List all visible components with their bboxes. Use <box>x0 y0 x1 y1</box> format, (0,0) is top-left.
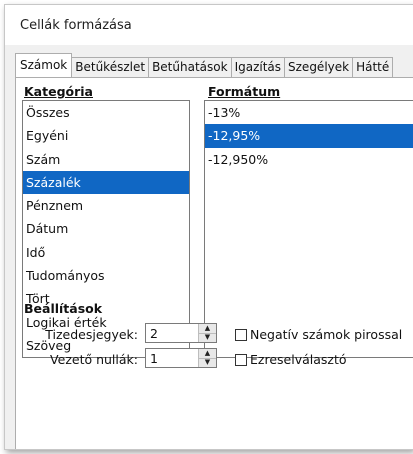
decimal-places-label-text: Tizedesjegyek: <box>45 327 138 342</box>
format-label: Formátum <box>208 84 281 99</box>
leading-zeros-spin-buttons: ▲ ▼ <box>198 349 216 367</box>
negative-red-label: Negatív számok pirossal <box>250 327 403 342</box>
category-list-item[interactable]: Százalék <box>23 170 189 195</box>
tab-bar: Számok Betűkészlet Betűhatások Igazítás … <box>15 53 394 77</box>
spin-down-icon[interactable]: ▼ <box>199 332 216 342</box>
category-label: Kategória <box>24 84 93 99</box>
category-list-item[interactable]: Pénznem <box>23 194 189 217</box>
format-list-item[interactable]: -12,95% <box>205 124 413 148</box>
category-listbox[interactable]: Összes Egyéni Szám Százalék Pénznem Dátum Idő T… <box>22 100 190 358</box>
category-list-item[interactable]: Összes <box>23 101 189 124</box>
tab-alignment[interactable]: Igazítás <box>230 57 286 77</box>
thousands-separator-checkbox[interactable]: Ezreselválasztó <box>235 352 347 367</box>
options-title: Beállítások <box>24 301 103 316</box>
category-list-item[interactable]: Egyéni <box>23 124 189 147</box>
category-list-item[interactable]: Dátum <box>23 217 189 240</box>
leading-zeros-input[interactable] <box>146 349 198 367</box>
category-list-item[interactable]: Tudományos <box>23 264 189 287</box>
tab-borders[interactable]: Szegélyek <box>284 57 354 77</box>
tab-font[interactable]: Betűkészlet <box>71 57 150 77</box>
spin-down-icon[interactable]: ▼ <box>199 357 216 367</box>
format-list-item[interactable]: -13% <box>205 101 413 124</box>
checkbox-icon[interactable] <box>235 328 247 341</box>
spin-up-icon[interactable]: ▲ <box>199 349 216 358</box>
checkbox-icon[interactable] <box>235 353 247 366</box>
decimal-places-input[interactable] <box>146 324 198 342</box>
category-list-item[interactable]: Idő <box>23 241 189 264</box>
tab-numbers[interactable]: Számok <box>15 53 73 77</box>
format-list-item[interactable]: -12,950% <box>205 148 413 171</box>
thousands-separator-label: Ezreselválasztó <box>250 352 347 367</box>
leading-zeros-label-text: Vezető nullák: <box>50 352 138 367</box>
tab-background[interactable]: Hátté <box>352 57 394 77</box>
numbers-tab-panel: Kategória Összes Egyéni Szám Százalék Pénzne… <box>15 77 413 449</box>
spin-up-icon[interactable]: ▲ <box>199 324 216 333</box>
negative-red-checkbox[interactable]: Negatív számok pirossal <box>235 327 402 342</box>
format-cells-dialog: Cellák formázása Számok Betűkészlet Betű… <box>4 4 413 450</box>
dialog-titlebar: Cellák formázása <box>5 5 413 45</box>
leading-zeros-label: Vezető nullák: <box>8 352 138 367</box>
decimal-places-label: Tizedesjegyek: <box>8 327 138 342</box>
leading-zeros-spinbox[interactable]: ▲ ▼ <box>145 348 217 368</box>
tab-font-effects[interactable]: Betűhatások <box>148 57 232 77</box>
decimal-places-spin-buttons: ▲ ▼ <box>198 324 216 342</box>
dialog-title: Cellák formázása <box>20 17 132 33</box>
decimal-places-spinbox[interactable]: ▲ ▼ <box>145 323 217 343</box>
format-listbox[interactable]: -13% -12,95% -12,950% <box>204 100 413 358</box>
category-list-item[interactable]: Szám <box>23 148 189 171</box>
